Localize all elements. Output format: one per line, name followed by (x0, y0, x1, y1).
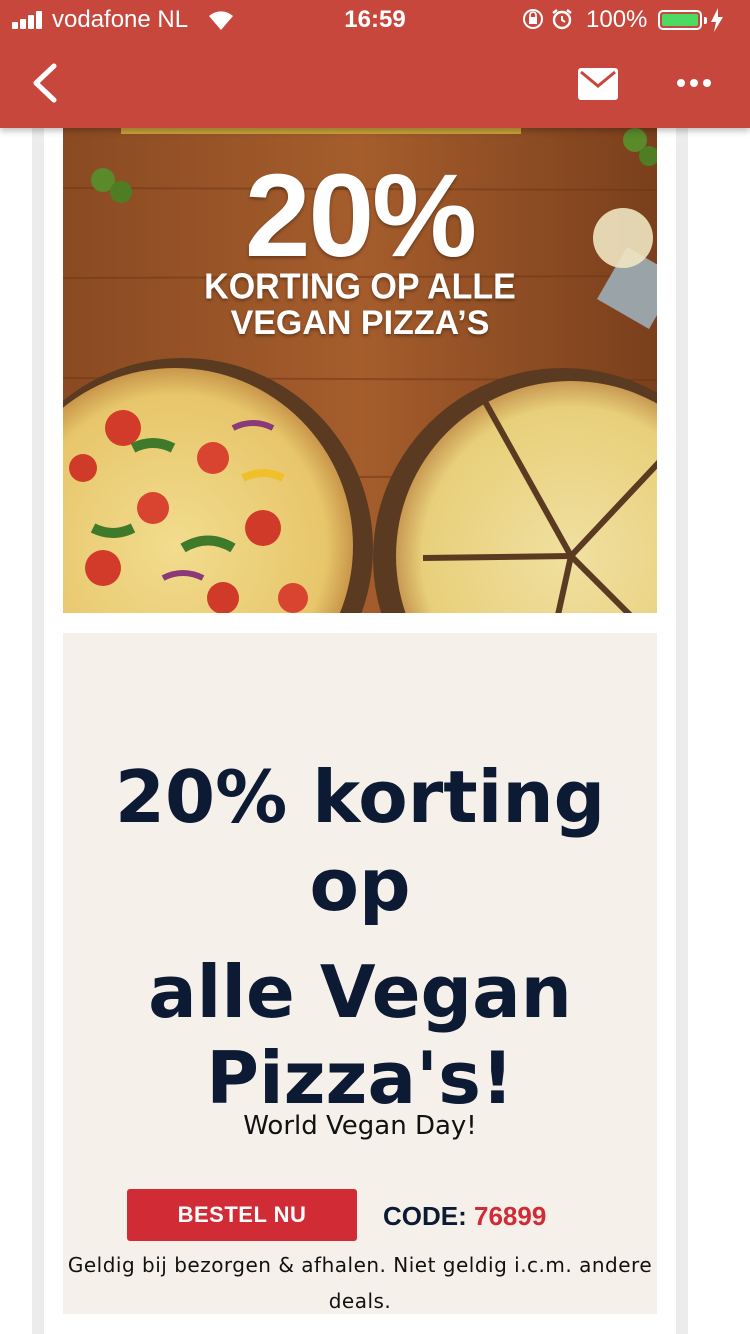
status-bar: vodafone NL 16:59 100% (0, 0, 750, 40)
order-now-button[interactable]: BESTEL NU (127, 1189, 357, 1241)
alarm-icon (552, 9, 572, 30)
promo-code: CODE: 76899 (383, 1201, 546, 1232)
battery-nub (704, 17, 707, 24)
hero-line-2: VEGAN PIZZA’S (230, 304, 490, 342)
headline-line-1: 20% korting op (114, 755, 606, 927)
charging-icon (711, 8, 723, 32)
code-label: CODE: (383, 1201, 467, 1231)
hero-banner[interactable]: 20% KORTING OP ALLE VEGAN PIZZA’S (63, 128, 657, 613)
battery-percent: 100% (586, 6, 648, 33)
hero-discount-text: 20% (244, 150, 477, 282)
hero-line-1: KORTING OP ALLE (204, 267, 516, 307)
battery-icon (658, 10, 702, 30)
promo-section: 20% korting op alle Vegan Pizza's! World… (63, 633, 657, 1314)
orientation-lock-icon (523, 9, 543, 29)
code-value: 76899 (474, 1201, 547, 1231)
promo-headline: 20% korting op alle Vegan Pizza's! (83, 753, 637, 1121)
chevron-left-icon[interactable] (30, 62, 60, 104)
app-header: vodafone NL 16:59 100% (0, 0, 750, 128)
promo-subline: World Vegan Day! (243, 1111, 477, 1141)
nav-bar (0, 40, 750, 128)
envelope-icon[interactable] (578, 68, 618, 100)
ellipsis-icon[interactable] (676, 76, 712, 90)
headline-line-2: alle Vegan Pizza's! (148, 950, 572, 1120)
terms-text: Geldig bij bezorgen & afhalen. Niet geld… (67, 1253, 653, 1313)
